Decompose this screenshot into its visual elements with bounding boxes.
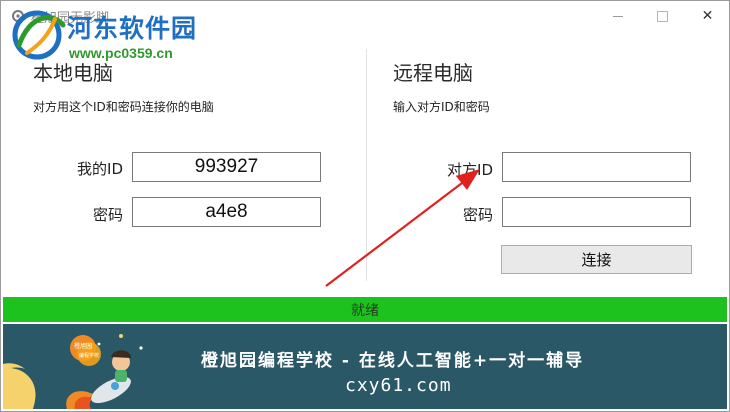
my-id-label: 我的ID — [77, 160, 123, 178]
close-icon: ✕ — [701, 8, 714, 24]
status-bar: 就绪 — [3, 297, 727, 322]
banner-badge-sub: 编程学校 — [79, 352, 99, 359]
my-id-value: 993927 — [194, 156, 259, 177]
my-password-value: a4e8 — [205, 201, 248, 222]
panel-divider — [366, 49, 367, 281]
remote-id-label: 对方ID — [447, 161, 493, 179]
local-panel-title: 本地电脑 — [33, 61, 113, 85]
maximize-icon — [657, 10, 668, 22]
app-window: 橙旭园无影脚 ✕ 河东软件园 www.pc0359.cn 本地电脑 对方用这个I… — [0, 0, 730, 412]
local-panel-subtitle: 对方用这个ID和密码连接你的电脑 — [33, 100, 214, 114]
remote-password-label: 密码 — [462, 206, 493, 224]
banner-url: cxy61.com — [345, 375, 452, 396]
ad-banner[interactable]: 橙旭园 编程学校 橙旭园编程学校 - 在线人工智能+一对一辅导 cxy61.co… — [3, 324, 727, 409]
close-button[interactable]: ✕ — [685, 1, 729, 31]
minimize-button[interactable] — [595, 1, 640, 31]
my-password-label: 密码 — [92, 206, 123, 224]
watermark-logo-icon — [12, 10, 66, 60]
connect-button-label: 连接 — [581, 251, 612, 269]
remote-panel-subtitle: 输入对方ID和密码 — [393, 100, 490, 114]
my-password-field[interactable]: a4e8 — [132, 197, 321, 227]
maximize-button[interactable] — [640, 1, 685, 31]
remote-panel-title: 远程电脑 — [393, 61, 473, 85]
minimize-icon — [612, 15, 623, 17]
connect-button[interactable]: 连接 — [501, 245, 692, 274]
remote-id-input[interactable] — [502, 152, 691, 182]
my-id-field[interactable]: 993927 — [132, 152, 321, 182]
watermark-brand: 河东软件园 — [67, 14, 198, 43]
banner-mascot-icon: 橙旭园 编程学校 — [3, 334, 143, 409]
remote-password-input[interactable] — [502, 197, 691, 227]
banner-badge-text: 橙旭园 — [74, 342, 92, 350]
banner-headline: 橙旭园编程学校 - 在线人工智能+一对一辅导 — [201, 351, 585, 371]
status-text: 就绪 — [351, 302, 379, 319]
